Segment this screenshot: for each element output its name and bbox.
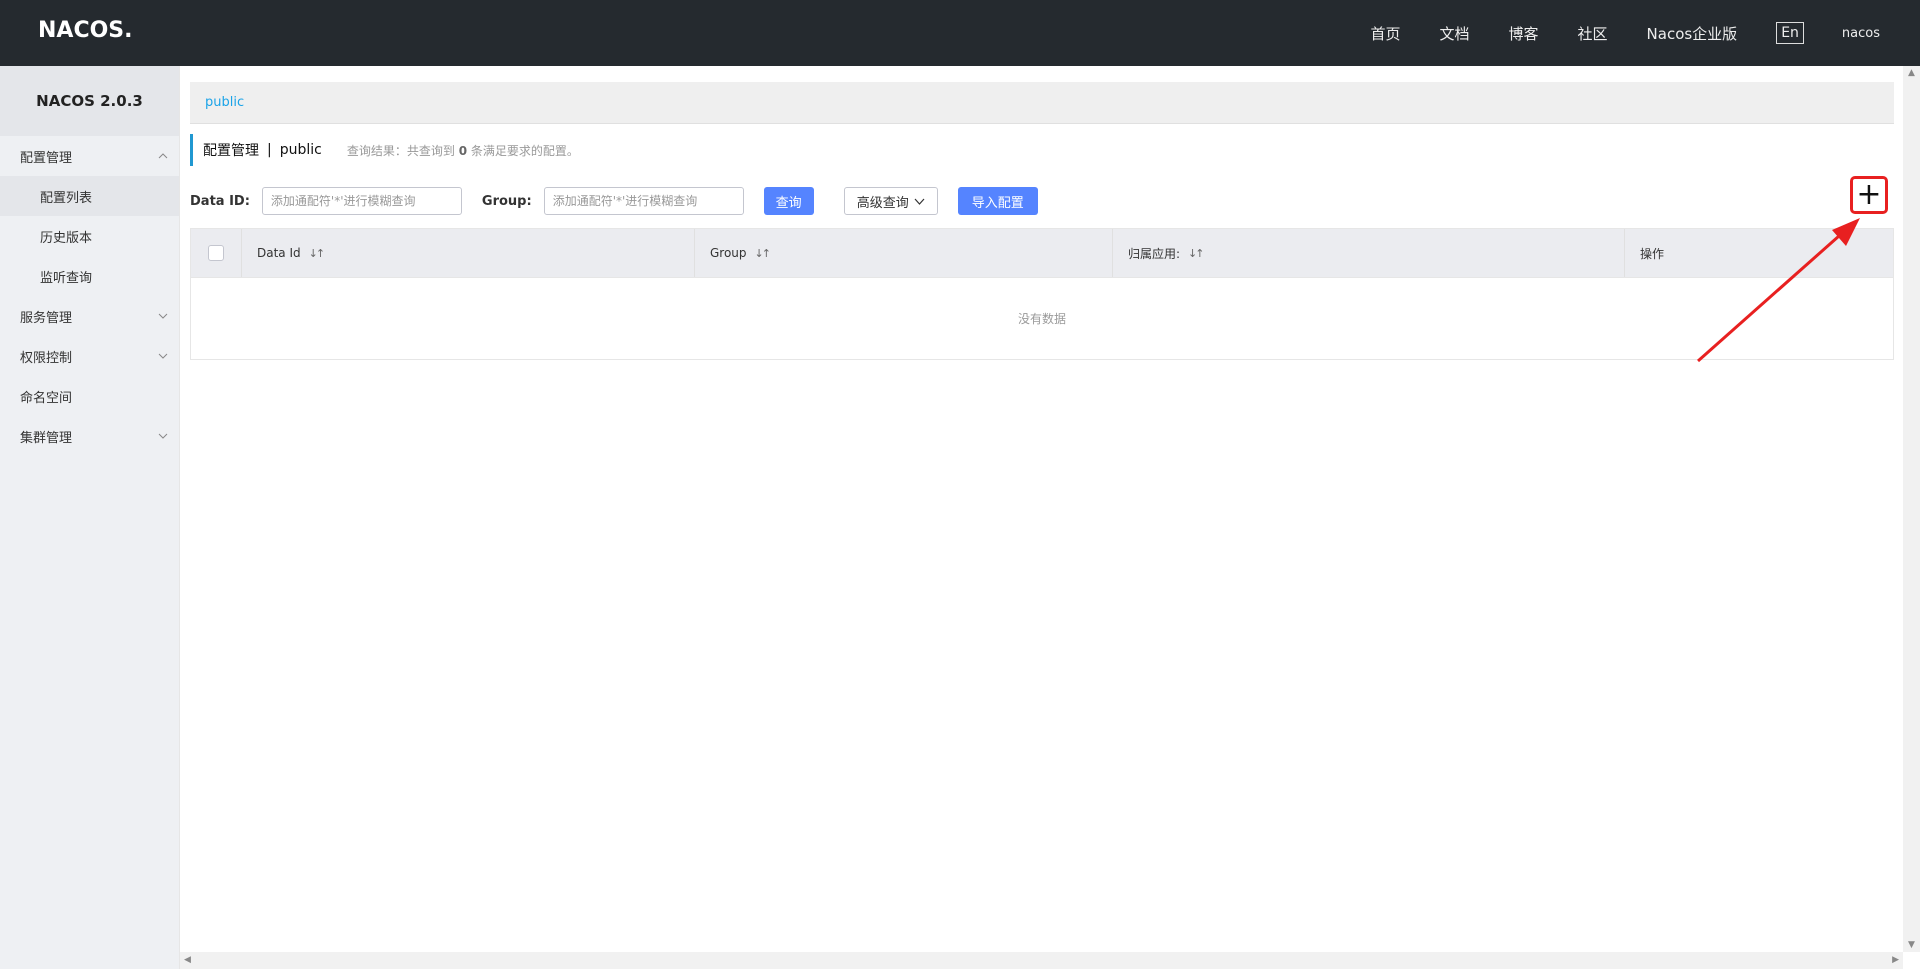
sidebar-group-namespace[interactable]: 命名空间 — [0, 376, 179, 416]
sidebar-group-service[interactable]: 服务管理 — [0, 296, 179, 336]
nav-home[interactable]: 首页 — [1370, 23, 1400, 44]
advanced-query-button[interactable]: 高级查询 — [843, 187, 938, 215]
nav-blog[interactable]: 博客 — [1509, 23, 1539, 44]
sidebar-item-history[interactable]: 历史版本 — [0, 216, 179, 256]
column-label: 操作 — [1640, 246, 1665, 261]
result-count: 0 — [458, 143, 468, 158]
sidebar-group-label: 配置管理 — [20, 150, 73, 166]
top-header: NACOS. 首页 文档 博客 社区 Nacos企业版 En nacos — [0, 0, 1920, 66]
language-toggle[interactable]: En — [1776, 22, 1804, 44]
sidebar-group-auth[interactable]: 权限控制 — [0, 336, 179, 376]
page-title: 配置管理 | public 查询结果：共查询到 0 条满足要求的配置。 — [190, 134, 1894, 166]
chevron-down-icon — [157, 310, 169, 322]
data-id-label: Data ID: — [190, 193, 250, 209]
column-app[interactable]: 归属应用: ↓↑ — [1113, 229, 1625, 277]
title-separator: | — [267, 142, 272, 158]
sidebar-item-config-list[interactable]: 配置列表 — [0, 176, 179, 216]
nacos-logo[interactable]: NACOS. — [38, 18, 133, 43]
horizontal-scrollbar[interactable]: ◀ ▶ — [180, 952, 1903, 969]
advanced-query-label: 高级查询 — [856, 195, 909, 211]
sidebar-group-config[interactable]: 配置管理 — [0, 136, 179, 176]
column-label: Data Id — [257, 246, 301, 260]
namespace-bar: public — [190, 82, 1894, 124]
nav-community[interactable]: 社区 — [1578, 23, 1608, 44]
top-nav: 首页 文档 博客 社区 Nacos企业版 En nacos — [1370, 0, 1920, 66]
nav-enterprise[interactable]: Nacos企业版 — [1647, 23, 1738, 44]
config-table: Data Id ↓↑ Group ↓↑ 归属应用: ↓↑ 操作 没有数据 — [190, 228, 1894, 360]
title-namespace: public — [279, 142, 322, 158]
table-header: Data Id ↓↑ Group ↓↑ 归属应用: ↓↑ 操作 — [191, 229, 1893, 277]
data-id-input[interactable] — [261, 187, 462, 215]
chevron-down-icon — [157, 430, 169, 442]
column-label: 归属应用: — [1128, 246, 1181, 261]
empty-state: 没有数据 — [191, 277, 1893, 359]
query-result-text: 查询结果：共查询到 0 条满足要求的配置。 — [347, 142, 579, 159]
sidebar-group-label: 权限控制 — [20, 350, 73, 366]
sidebar-item-listener[interactable]: 监听查询 — [0, 256, 179, 296]
chevron-down-icon — [157, 350, 169, 362]
page-title-text: 配置管理 — [203, 143, 259, 159]
search-bar: Data ID: Group: 查询 高级查询 导入配置 + — [190, 176, 1894, 216]
result-suffix: 条满足要求的配置。 — [470, 143, 579, 158]
scroll-up-icon[interactable]: ▲ — [1908, 68, 1915, 78]
scroll-right-icon[interactable]: ▶ — [1892, 955, 1899, 965]
column-label: Group — [710, 246, 747, 260]
sort-icon[interactable]: ↓↑ — [1188, 247, 1205, 260]
add-config-button[interactable]: + — [1850, 176, 1888, 214]
result-prefix: 查询结果：共查询到 — [346, 143, 455, 158]
nav-docs[interactable]: 文档 — [1439, 23, 1469, 44]
group-input[interactable] — [543, 187, 744, 215]
user-menu[interactable]: nacos — [1842, 26, 1880, 41]
sidebar: NACOS 2.0.3 配置管理 配置列表 历史版本 监听查询 服务管理 权限控… — [0, 66, 180, 969]
sidebar-group-label: 命名空间 — [20, 390, 73, 406]
select-all-cell — [191, 229, 242, 277]
chevron-down-icon — [914, 198, 925, 205]
sidebar-group-label: 服务管理 — [20, 310, 73, 326]
sidebar-group-label: 集群管理 — [20, 430, 73, 446]
sidebar-group-cluster[interactable]: 集群管理 — [0, 416, 179, 456]
namespace-link-public[interactable]: public — [205, 95, 244, 110]
version-label: NACOS 2.0.3 — [0, 66, 179, 136]
import-config-button[interactable]: 导入配置 — [957, 187, 1038, 215]
query-button[interactable]: 查询 — [763, 187, 814, 215]
scroll-down-icon[interactable]: ▼ — [1908, 940, 1915, 950]
sort-icon[interactable]: ↓↑ — [755, 247, 772, 260]
select-all-checkbox[interactable] — [208, 245, 224, 261]
scroll-left-icon[interactable]: ◀ — [184, 955, 191, 965]
vertical-scrollbar[interactable]: ▲ ▼ — [1903, 66, 1920, 952]
sort-icon[interactable]: ↓↑ — [309, 247, 326, 260]
column-actions: 操作 — [1625, 229, 1893, 277]
group-label: Group: — [481, 193, 532, 209]
chevron-up-icon — [157, 150, 169, 162]
main-content: public 配置管理 | public 查询结果：共查询到 0 条满足要求的配… — [190, 82, 1894, 360]
column-group[interactable]: Group ↓↑ — [695, 229, 1113, 277]
column-data-id[interactable]: Data Id ↓↑ — [242, 229, 695, 277]
